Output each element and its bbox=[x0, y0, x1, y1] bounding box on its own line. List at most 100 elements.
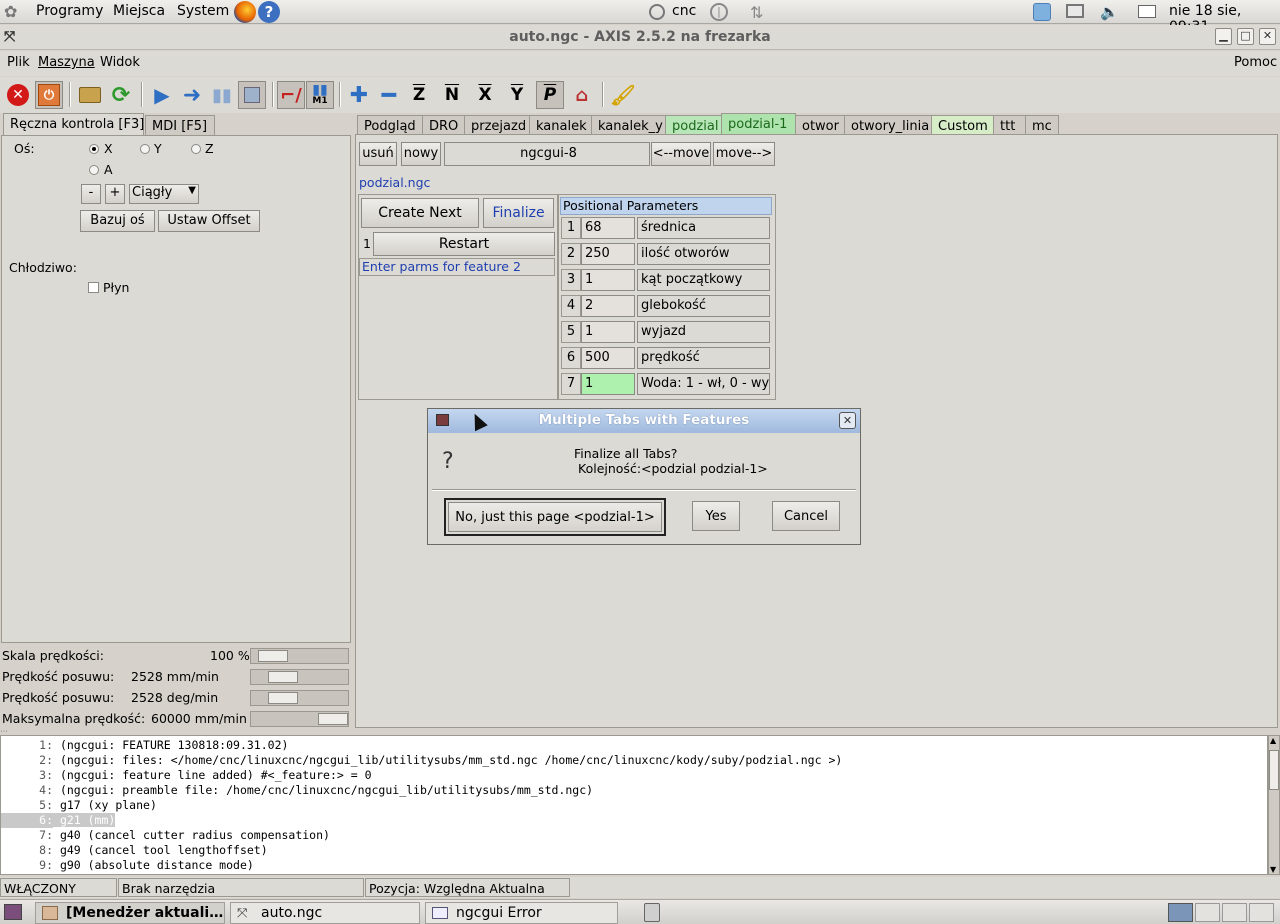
remove-button[interactable]: usuń bbox=[359, 142, 397, 166]
firefox-icon[interactable] bbox=[234, 1, 256, 23]
show-desktop-icon[interactable] bbox=[4, 904, 22, 920]
menu-programy[interactable]: Programy bbox=[36, 3, 103, 19]
pause-icon[interactable]: ▮▮ bbox=[208, 81, 236, 109]
dialog-menu-icon[interactable] bbox=[436, 414, 449, 426]
log-line[interactable]: 5: g17 (xy plane) bbox=[1, 798, 1261, 813]
move-left-button[interactable]: <--move bbox=[651, 142, 711, 166]
gnome-foot-icon[interactable]: ✿ bbox=[4, 3, 22, 21]
log-line[interactable]: 7: g40 (cancel cutter radius compensatio… bbox=[1, 828, 1261, 843]
log-line-selected[interactable]: 6: g21 (mm) bbox=[1, 813, 1261, 828]
angular-jog-slider[interactable] bbox=[250, 690, 349, 706]
dialog-titlebar[interactable]: Multiple Tabs with Features ✕ bbox=[428, 409, 860, 433]
create-next-button[interactable]: Create Next bbox=[361, 198, 479, 228]
feed-override-slider[interactable] bbox=[250, 648, 349, 664]
zoom-in-icon[interactable]: ✚ bbox=[345, 81, 373, 109]
close-window-button[interactable]: ✕ bbox=[1259, 28, 1276, 45]
power-icon[interactable]: | bbox=[710, 3, 728, 21]
menu-plik[interactable]: Plik bbox=[7, 55, 30, 70]
window-titlebar[interactable]: ⤧ auto.ngc - AXIS 2.5.2 na frezarka ▁ □ … bbox=[0, 25, 1280, 50]
task-ngcgui-error[interactable]: ngcgui Error bbox=[425, 902, 618, 924]
param-value[interactable]: 250 bbox=[581, 243, 635, 265]
minimize-button[interactable]: ▁ bbox=[1215, 28, 1232, 45]
axis-y-radio[interactable] bbox=[140, 144, 150, 154]
block-delete-icon[interactable]: ⌐/ bbox=[277, 81, 305, 109]
menu-pomoc[interactable]: Pomoc bbox=[1234, 55, 1277, 70]
view-x-icon[interactable]: X bbox=[471, 81, 499, 109]
view-z-icon[interactable]: Z bbox=[405, 81, 433, 109]
maximize-button[interactable]: □ bbox=[1237, 28, 1254, 45]
reload-icon[interactable]: ⟳ bbox=[107, 81, 135, 109]
menu-maszyna[interactable]: Maszyna bbox=[38, 55, 95, 70]
help-icon[interactable]: ? bbox=[258, 1, 280, 23]
workspace-2[interactable] bbox=[1195, 903, 1220, 922]
volume-icon[interactable]: 🔈 bbox=[1100, 3, 1119, 21]
log-line[interactable]: 8: g49 (cancel tool lengthoffset) bbox=[1, 843, 1261, 858]
angular-jog-knob[interactable] bbox=[268, 692, 298, 704]
clear-plot-icon[interactable]: 🖌 bbox=[609, 81, 637, 109]
max-velocity-slider[interactable] bbox=[250, 711, 349, 727]
workspace-4[interactable] bbox=[1249, 903, 1274, 922]
jog-speed-knob[interactable] bbox=[268, 671, 298, 683]
task-update-manager[interactable]: [Menedżer aktuali… bbox=[35, 902, 225, 924]
axis-z-radio[interactable] bbox=[191, 144, 201, 154]
log-line[interactable]: 2: (ngcgui: files: </home/cnc/linuxcnc/n… bbox=[1, 753, 1261, 768]
step-icon[interactable]: ➜ bbox=[178, 81, 206, 109]
display-icon[interactable] bbox=[1066, 4, 1084, 18]
move-right-button[interactable]: move--> bbox=[713, 142, 775, 166]
search-icon[interactable] bbox=[649, 4, 665, 20]
cancel-button[interactable]: Cancel bbox=[772, 501, 840, 531]
new-button[interactable]: nowy bbox=[401, 142, 441, 166]
network-icon[interactable]: ⇅ bbox=[750, 3, 763, 22]
scroll-down-icon[interactable]: ▼ bbox=[1270, 865, 1276, 874]
finalize-button[interactable]: Finalize bbox=[483, 198, 554, 228]
feature-name-field[interactable]: ngcgui-8 bbox=[444, 142, 650, 166]
stop-icon[interactable] bbox=[238, 81, 266, 109]
menu-system[interactable]: System bbox=[177, 3, 229, 19]
estop-icon[interactable]: ✕ bbox=[4, 81, 32, 109]
jog-minus-button[interactable]: - bbox=[81, 184, 101, 204]
max-velocity-knob[interactable] bbox=[318, 713, 348, 725]
param-value[interactable]: 1 bbox=[581, 269, 635, 291]
workspace-1[interactable] bbox=[1168, 903, 1193, 922]
param-value[interactable]: 1 bbox=[581, 321, 635, 343]
yes-button[interactable]: Yes bbox=[692, 501, 740, 531]
tab-mdi[interactable]: MDI [F5] bbox=[145, 115, 215, 137]
app-icon[interactable]: ⤧ bbox=[4, 29, 15, 45]
workspace-3[interactable] bbox=[1222, 903, 1247, 922]
jog-speed-slider[interactable] bbox=[250, 669, 349, 685]
jog-plus-button[interactable]: + bbox=[105, 184, 125, 204]
mail-icon[interactable] bbox=[1138, 5, 1156, 18]
scroll-up-icon[interactable]: ▲ bbox=[1270, 736, 1276, 745]
param-value[interactable]: 68 bbox=[581, 217, 635, 239]
home-axis-button[interactable]: Bazuj oś bbox=[80, 210, 155, 232]
trash-icon[interactable] bbox=[644, 903, 660, 922]
jog-mode-select[interactable]: Ciągły ▼ bbox=[129, 184, 199, 204]
axis-a-radio[interactable] bbox=[89, 165, 99, 175]
view-p-icon[interactable]: P bbox=[536, 81, 564, 109]
log-line[interactable]: 9: g90 (absolute distance mode) bbox=[1, 858, 1261, 873]
task-auto-ngc[interactable]: ⤧ auto.ngc bbox=[230, 902, 420, 924]
tab-manual-control[interactable]: Ręczna kontrola [F3] bbox=[3, 113, 144, 136]
restart-button[interactable]: Restart bbox=[373, 232, 555, 256]
feed-override-knob[interactable] bbox=[258, 650, 288, 662]
log-line[interactable]: 3: (ngcgui: feature line added) #<_featu… bbox=[1, 768, 1261, 783]
gcode-log[interactable]: 1: (ngcgui: FEATURE 130818:09.31.02) 2: … bbox=[0, 735, 1268, 875]
menu-miejsca[interactable]: Miejsca bbox=[113, 3, 165, 19]
axis-x-radio[interactable] bbox=[89, 144, 99, 154]
dialog-close-icon[interactable]: ✕ bbox=[839, 412, 856, 429]
run-icon[interactable]: ▶ bbox=[148, 81, 176, 109]
rotate-view-icon[interactable]: ⌂ bbox=[568, 81, 596, 109]
update-icon[interactable] bbox=[1033, 3, 1051, 21]
optional-stop-icon[interactable]: ▮▮ M1 bbox=[306, 81, 334, 109]
param-value[interactable]: 2 bbox=[581, 295, 635, 317]
menu-widok[interactable]: Widok bbox=[100, 55, 140, 70]
param-value[interactable]: 1 bbox=[581, 373, 635, 395]
log-line[interactable]: 4: (ngcgui: preamble file: /home/cnc/lin… bbox=[1, 783, 1261, 798]
param-value[interactable]: 500 bbox=[581, 347, 635, 369]
log-scrollbar[interactable]: ▲ ▼ bbox=[1268, 735, 1280, 875]
just-this-page-button[interactable]: No, just this page <podzial-1> bbox=[444, 498, 666, 536]
view-z2-icon[interactable]: N bbox=[438, 81, 466, 109]
flood-checkbox[interactable] bbox=[88, 282, 99, 293]
log-line[interactable]: 1: (ngcgui: FEATURE 130818:09.31.02) bbox=[1, 738, 1261, 753]
open-folder-icon[interactable] bbox=[76, 81, 104, 109]
